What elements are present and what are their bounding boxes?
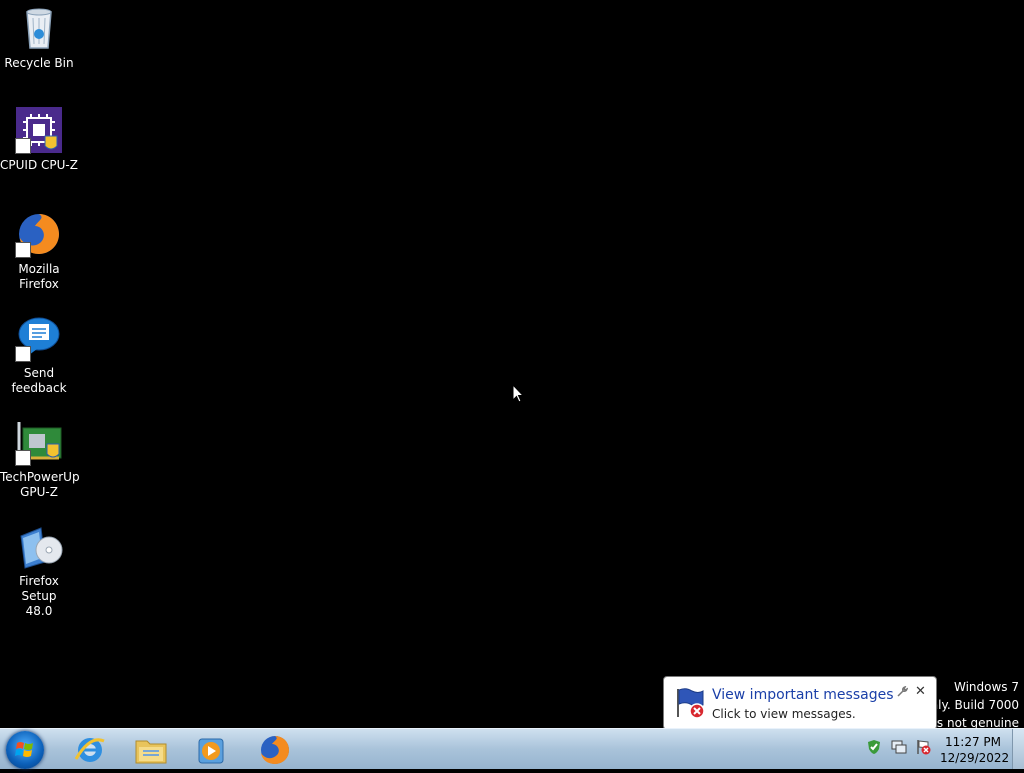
installer-icon [15,522,63,570]
desktop-icon-label: Send feedback [11,366,67,395]
shortcut-arrow-icon [15,138,31,154]
desktop-icon-label: Mozilla Firefox [18,262,60,291]
notification-title[interactable]: View important messages [712,687,894,703]
action-center-alert-icon[interactable] [915,739,931,755]
clock-date: 12/29/2022 [940,751,1010,765]
desktop-icon-recycle-bin[interactable]: Recycle Bin [0,4,78,71]
gpu-z-icon [15,418,63,466]
show-desktop-button[interactable] [1012,729,1024,769]
recycle-bin-icon [15,4,63,52]
desktop[interactable]: Recycle Bin CPUID CPU-Z Mozilla Firefox … [0,0,1024,743]
shortcut-arrow-icon [15,346,31,362]
windows-logo-icon [15,742,33,757]
cpu-z-icon [15,106,63,154]
clock-time: 11:27 PM [945,735,1001,749]
watermark-line-1: Windows 7 [953,680,1019,694]
desktop-icon-firefox-setup[interactable]: Firefox Setup 48.0 [0,522,78,619]
desktop-icon-send-feedback[interactable]: Send feedback [0,314,78,396]
shortcut-arrow-icon [15,450,31,466]
wrench-icon[interactable] [896,686,908,698]
feedback-icon [15,314,63,362]
notification-balloon[interactable]: View important messages Click to view me… [663,676,937,730]
desktop-icon-label: CPUID CPU-Z [0,158,78,172]
taskbar-firefox[interactable] [255,733,295,767]
notification-body[interactable]: Click to view messages. [712,707,856,721]
file-explorer-icon [135,740,167,764]
firefox-icon [261,736,289,764]
desktop-icon-cpu-z[interactable]: CPUID CPU-Z [0,106,78,173]
system-clock[interactable]: 11:27 PM 12/29/2022 [940,734,1010,766]
desktop-icon-gpu-z[interactable]: TechPowerUp GPU-Z [0,418,80,500]
taskbar-media-player[interactable] [191,733,231,767]
notification-close-button[interactable]: ✕ [915,684,926,699]
mouse-cursor-icon [512,384,524,403]
taskbar-internet-explorer[interactable] [70,733,110,767]
security-icon[interactable] [866,739,882,755]
windows-watermark: Windows 7 only. Build 7000 s is not genu… [923,678,1019,732]
desktop-icon-firefox[interactable]: Mozilla Firefox [0,210,78,292]
taskbar-file-explorer[interactable] [131,733,171,767]
firefox-icon [15,210,63,258]
action-center-flag-icon [677,688,705,719]
taskbar: 11:27 PM 12/29/2022 [0,728,1024,769]
internet-explorer-icon [74,738,105,762]
start-button[interactable] [6,731,44,769]
network-icon[interactable] [891,739,907,755]
desktop-icon-label: Recycle Bin [4,56,74,70]
watermark-line-2: only. Build 7000 [923,698,1019,712]
media-player-icon [198,738,224,764]
desktop-icon-label: TechPowerUp GPU-Z [0,470,80,499]
shortcut-arrow-icon [15,242,31,258]
desktop-icon-label: Firefox Setup 48.0 [19,574,59,618]
